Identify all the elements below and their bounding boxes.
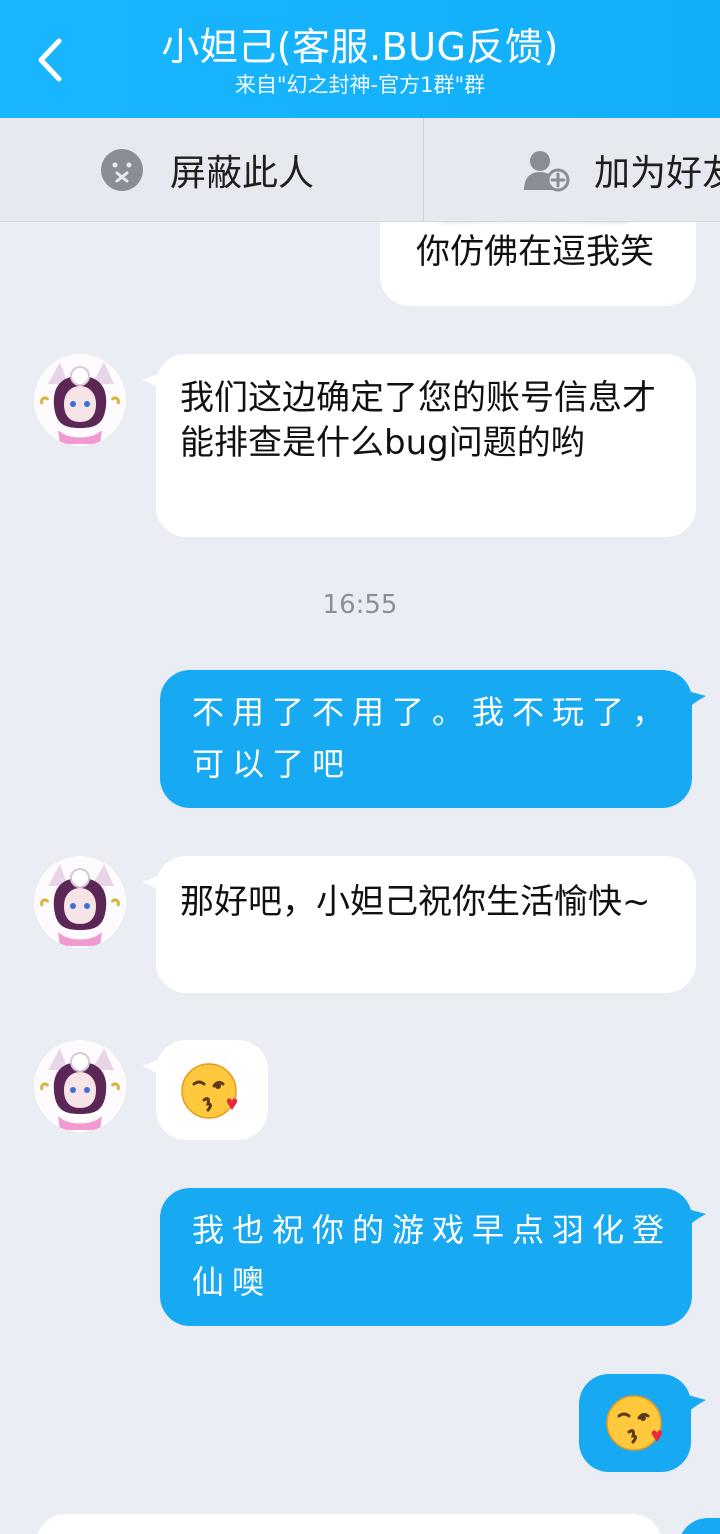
avatar-image xyxy=(34,354,126,446)
bubble-tail xyxy=(142,874,164,896)
bubble-tail xyxy=(684,1394,706,1416)
message-bubble-outgoing-cut[interactable] xyxy=(678,1518,720,1534)
message-bubble[interactable]: 我们这边确定了您的账号信息才能排查是什么bug问题的哟 xyxy=(156,354,696,537)
message-bubble-outgoing-emoji[interactable] xyxy=(579,1374,691,1472)
block-user-button[interactable]: 屏蔽此人 xyxy=(100,118,314,222)
bubble-tail xyxy=(684,1208,706,1230)
chat-title: 小妲己(客服.BUG反馈) xyxy=(161,25,559,69)
bubble-tail xyxy=(142,372,164,394)
face-blowing-kiss-emoji xyxy=(181,1063,238,1119)
message-bubble-cut[interactable]: 你仿佛在逗我笑 xyxy=(380,222,696,306)
action-divider xyxy=(423,118,424,222)
action-bar: 屏蔽此人 加为好友 xyxy=(0,118,720,222)
block-face-icon xyxy=(101,149,143,191)
message-bubble-outgoing[interactable]: 不用了不用了。我不玩了，可以了吧 xyxy=(160,670,692,808)
bubble-tail xyxy=(684,690,706,712)
chat-area[interactable]: 你仿佛在逗我笑 我们这边确定了您的账号信息才能排查是什么bug问题的哟 16:5… xyxy=(0,222,720,1534)
add-friend-label: 加为好友 xyxy=(594,153,720,194)
avatar[interactable] xyxy=(34,856,126,948)
chat-header: 小妲己(客服.BUG反馈) 来自"幻之封神-官方1群"群 xyxy=(0,0,720,118)
block-user-label: 屏蔽此人 xyxy=(170,153,315,194)
face-blowing-kiss-emoji xyxy=(606,1395,663,1451)
message-bubble-outgoing[interactable]: 我也祝你的游戏早点羽化登仙噢 xyxy=(160,1188,692,1326)
message-text: 我们这边确定了您的账号信息才能排查是什么bug问题的哟 xyxy=(180,378,656,463)
avatar-image xyxy=(34,856,126,948)
avatar[interactable] xyxy=(34,1040,126,1132)
message-text: 不用了不用了。我不玩了，可以了吧 xyxy=(192,693,673,783)
timestamp: 16:55 xyxy=(322,590,398,620)
message-text: 你仿佛在逗我笑 xyxy=(416,232,654,272)
bubble-tail xyxy=(142,1058,164,1080)
message-bubble-cut[interactable] xyxy=(36,1514,662,1534)
add-friend-button[interactable]: 加为好友 xyxy=(522,118,720,222)
avatar[interactable] xyxy=(34,354,126,446)
message-text: 我也祝你的游戏早点羽化登仙噢 xyxy=(192,1211,673,1301)
chat-subtitle: 来自"幻之封神-官方1群"群 xyxy=(234,73,486,97)
message-text: 那好吧，小妲己祝你生活愉快~ xyxy=(180,882,651,922)
message-bubble[interactable]: 那好吧，小妲己祝你生活愉快~ xyxy=(156,856,696,993)
message-bubble-emoji[interactable] xyxy=(156,1040,268,1140)
add-user-icon xyxy=(524,151,570,192)
avatar-image xyxy=(34,1040,126,1132)
